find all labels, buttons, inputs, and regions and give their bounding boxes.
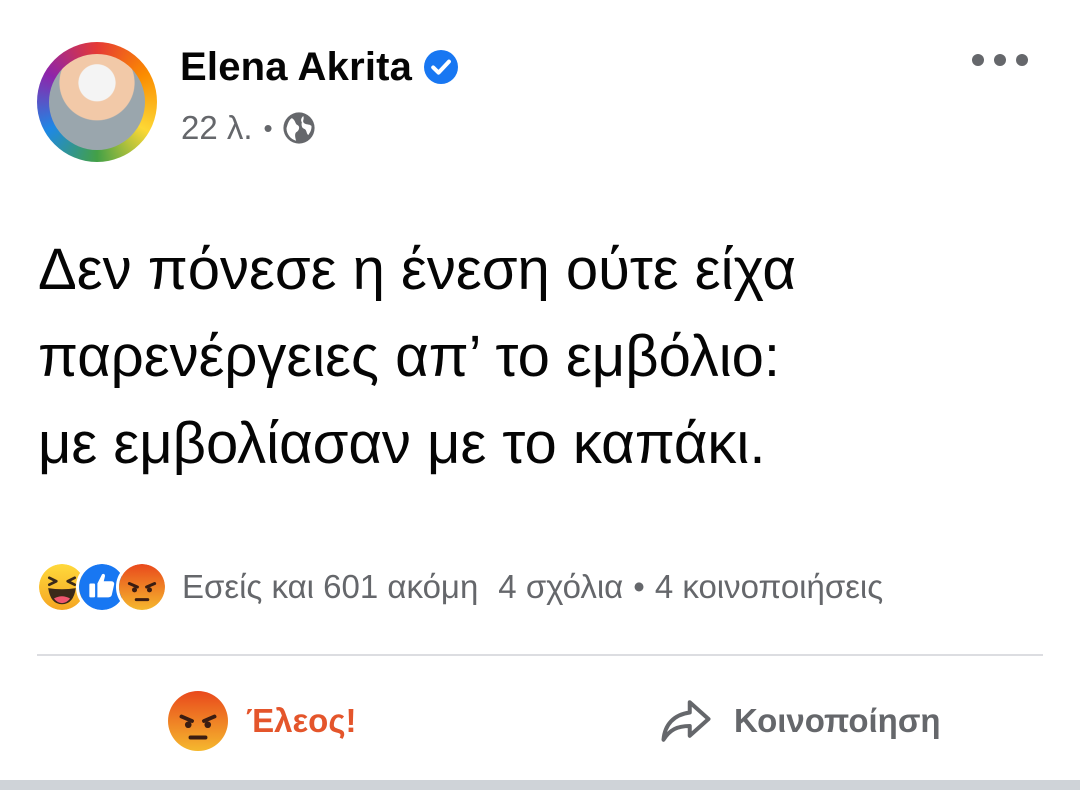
meta-separator: • [263, 112, 273, 143]
reaction-icons[interactable] [36, 561, 168, 613]
more-options-icon[interactable] [972, 48, 1028, 72]
more-dot [994, 54, 1006, 66]
share-arrow-icon [661, 700, 711, 742]
comments-count[interactable]: 4 σχόλια [498, 568, 623, 606]
share-button-label: Κοινοποίηση [734, 702, 941, 739]
reactions-count[interactable]: Εσείς και 601 ακόμη [182, 568, 478, 606]
reactions-summary: Εσείς και 601 ακόμη 4 σχόλια • 4 κοινοπο… [36, 561, 883, 613]
action-divider [37, 654, 1043, 656]
share-button[interactable]: Κοινοποίηση [656, 686, 941, 756]
author-row: Elena Akrita [180, 40, 459, 94]
more-dot [972, 54, 984, 66]
post-text-line: παρενέργειες απ’ το εμβόλιο: [38, 324, 780, 389]
globe-icon[interactable] [282, 111, 316, 145]
author-name[interactable]: Elena Akrita [180, 45, 412, 90]
profile-photo [49, 54, 145, 150]
post-meta: 22 λ. • [181, 106, 316, 150]
post-text-line: με εμβολίασαν με το καπάκι. [38, 411, 766, 476]
profile-avatar[interactable] [37, 42, 157, 162]
stats-separator: • [633, 568, 645, 605]
bottom-separator [0, 780, 1080, 790]
angry-reaction-icon [116, 561, 168, 613]
react-button[interactable]: Έλεος! [168, 686, 356, 756]
react-button-label: Έλεος! [246, 702, 357, 739]
post-timestamp[interactable]: 22 λ. [181, 109, 253, 147]
post-text-line: Δεν πόνεσε η ένεση ούτε είχα [38, 237, 796, 302]
angry-reaction-icon [168, 691, 228, 751]
shares-count[interactable]: 4 κοινοποιήσεις [655, 568, 883, 606]
post-text: Δεν πόνεσε η ένεση ούτε είχα παρενέργειε… [38, 226, 1048, 487]
more-dot [1016, 54, 1028, 66]
verified-badge-icon [424, 50, 459, 84]
